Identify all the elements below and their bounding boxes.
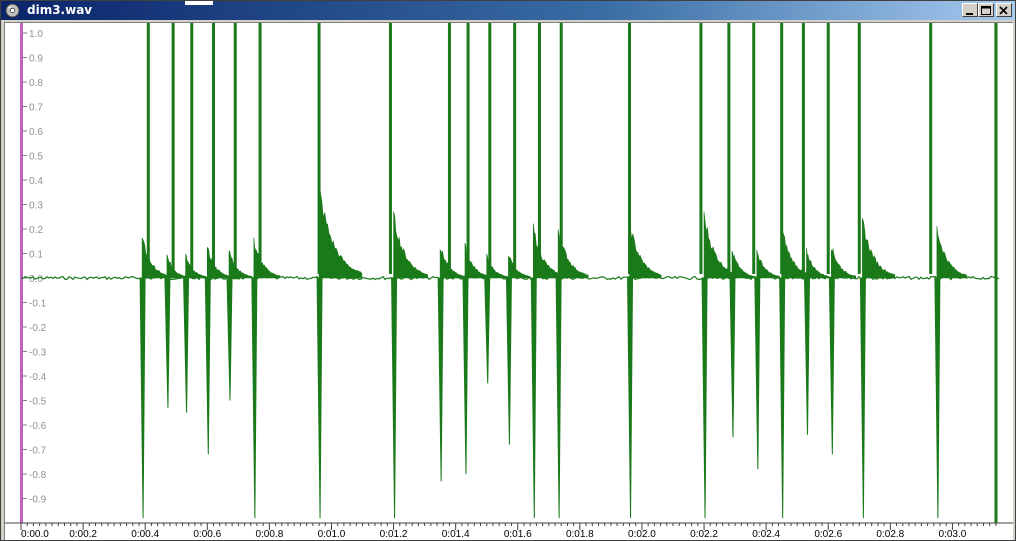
waveform-negative-spike — [316, 277, 323, 519]
title-bar-highlight — [185, 1, 213, 5]
y-tick-label: -0.5 — [29, 397, 47, 408]
y-tick-label: -0.2 — [29, 323, 47, 334]
waveform-bump — [508, 256, 531, 279]
y-tick-label: 0.9 — [29, 54, 43, 65]
waveform-bump — [166, 254, 189, 279]
waveform-negative-spike — [484, 277, 491, 384]
waveform-negative-spike — [701, 277, 708, 519]
waveform-negative-spike — [139, 277, 146, 519]
x-tick-label: 0:00.6 — [193, 529, 221, 540]
waveform-bump — [731, 250, 756, 279]
left-cursor-marker — [20, 23, 23, 523]
y-tick-label: 1.0 — [29, 29, 43, 40]
waveform-negative-spike — [779, 277, 786, 519]
close-button[interactable] — [996, 3, 1012, 17]
y-tick-label: 0.0 — [29, 274, 43, 285]
waveform-negative-spike — [505, 277, 512, 445]
minimize-icon — [966, 13, 973, 15]
waveform-bump — [756, 249, 780, 279]
x-tick-label: 0:00.4 — [131, 529, 159, 540]
y-tick-label: -0.8 — [29, 470, 47, 481]
waveform-bump — [439, 248, 465, 279]
y-tick-label: -0.3 — [29, 348, 47, 359]
waveform-negative-spike — [859, 277, 866, 519]
y-tick-label: 0.7 — [29, 103, 43, 114]
x-tick-label: 0:02.4 — [752, 529, 780, 540]
y-tick-label: 0.3 — [29, 201, 43, 212]
x-tick-label: 0:02.8 — [876, 529, 904, 540]
waveform-negative-spike — [164, 277, 171, 408]
waveform-negative-spike — [462, 277, 469, 475]
waveform-chart[interactable]: 1.0 0.9 0.8 0.7 0.6 0.5 0.4 0.3 0.2 0.1 0.0 -0.1 -0.… — [5, 23, 1013, 540]
waveform-negative-spike — [803, 277, 811, 435]
x-tick-label: 0:01.8 — [566, 529, 594, 540]
audio-file-icon — [5, 3, 20, 18]
x-tick-label: 0:02.2 — [690, 529, 718, 540]
waveform-bump — [228, 250, 253, 279]
maximize-button[interactable] — [978, 3, 994, 17]
waveform-negative-spike — [934, 277, 941, 519]
y-tick-label: -0.1 — [29, 299, 47, 310]
waveform-bump — [806, 247, 830, 279]
audio-window: dim3.wav 1.0 0.9 0.8 0.7 0.6 0.5 0.4 0.3 0.2 0.1 0… — [0, 0, 1016, 541]
y-tick-label: 0.5 — [29, 152, 43, 163]
x-tick-label: 0:00.2 — [69, 529, 97, 540]
waveform-negative-spike — [437, 277, 444, 482]
waveform-negative-spike — [530, 277, 537, 519]
window-title: dim3.wav — [27, 3, 93, 17]
waveform-negative-spike — [204, 277, 211, 455]
y-tick-label: -0.4 — [29, 372, 47, 383]
x-tick-label: 0:00.0 — [21, 529, 49, 540]
waveform-negative-spike — [627, 277, 634, 519]
y-tick-label: -0.9 — [29, 495, 47, 506]
title-bar[interactable]: dim3.wav — [1, 1, 1015, 20]
waveform-negative-spike — [729, 277, 736, 438]
x-tick-label: 0:01.2 — [380, 529, 408, 540]
x-tick-label: 0:02.6 — [814, 529, 842, 540]
y-tick-label: 0.6 — [29, 127, 43, 138]
x-tick-label: 0:01.6 — [504, 529, 532, 540]
waveform-negative-spike — [391, 277, 398, 519]
waveform-bump — [862, 218, 896, 279]
minimize-button[interactable] — [962, 3, 978, 17]
waveform-negative-spike — [251, 277, 258, 519]
y-tick-label: 0.1 — [29, 250, 43, 261]
waveform-bump — [141, 237, 170, 279]
waveform-negative-spike — [555, 277, 562, 519]
x-tick-label: 0:01.4 — [442, 529, 470, 540]
waveform-bump — [831, 248, 856, 279]
waveform-bump — [936, 226, 968, 279]
y-tick-label: 0.4 — [29, 176, 43, 187]
y-tick-label: -0.6 — [29, 421, 47, 432]
waveform-bump — [629, 217, 662, 279]
waveform-negative-spike — [226, 277, 233, 401]
close-icon — [999, 6, 1008, 15]
waveform-bump — [253, 237, 281, 279]
waveform-negative-spike — [183, 277, 190, 413]
maximize-icon — [981, 6, 991, 15]
waveform-bump — [206, 247, 232, 279]
waveform-bump — [185, 253, 208, 279]
x-tick-label: 0:00.8 — [255, 529, 283, 540]
x-tick-label: 0:03.0 — [939, 529, 967, 540]
waveform-bump — [318, 183, 363, 279]
waveform-negative-spike — [754, 277, 761, 470]
y-tick-label: -0.7 — [29, 446, 47, 457]
y-tick-label: 0.8 — [29, 78, 43, 89]
y-tick-label: 0.2 — [29, 225, 43, 236]
x-tick-label: 0:01.0 — [318, 529, 346, 540]
waveform-negative-spike — [828, 277, 835, 455]
waveform-view[interactable]: 1.0 0.9 0.8 0.7 0.6 0.5 0.4 0.3 0.2 0.1 0.0 -0.1 -0.… — [4, 22, 1013, 540]
x-tick-label: 0:02.0 — [628, 529, 656, 540]
waveform-bump — [393, 211, 428, 279]
